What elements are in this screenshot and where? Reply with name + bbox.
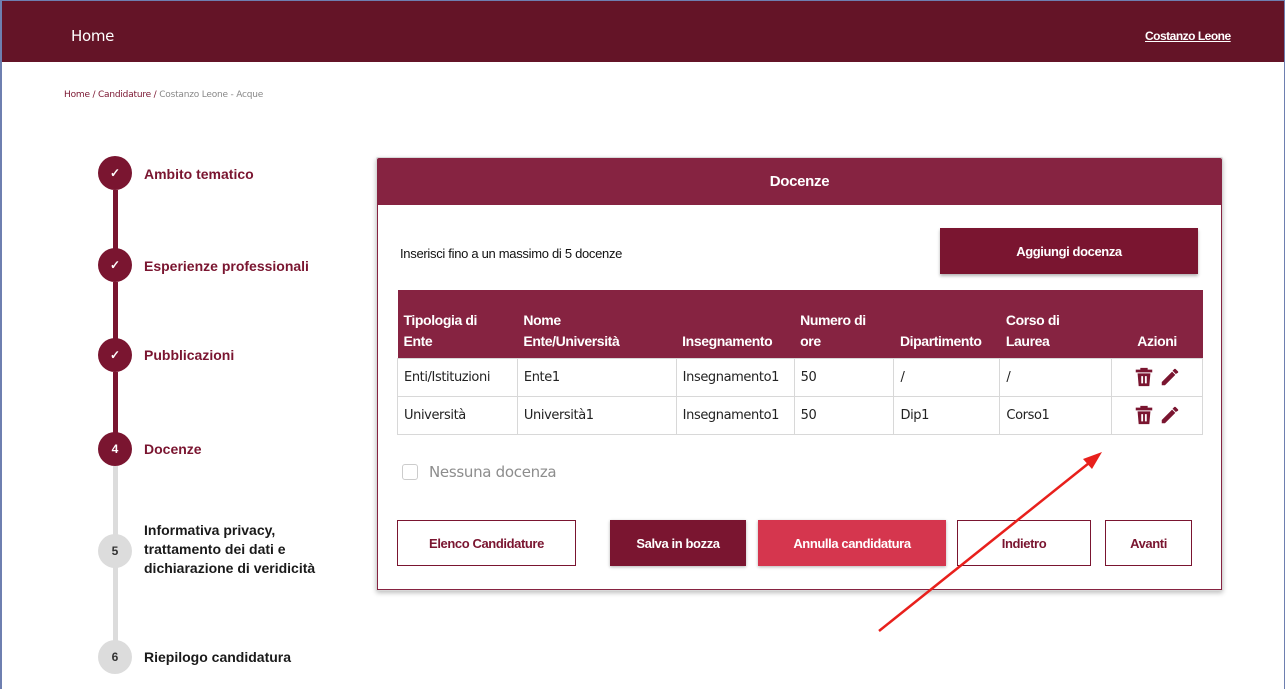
- table-cell: Insegnamento1: [675, 357, 795, 397]
- table-header-row: Tipologia di Ente Nome Ente/Università Ins…: [397, 290, 1203, 358]
- breadcrumb-current: Costanzo Leone - Acque: [159, 90, 264, 100]
- docenze-card: Docenze Inserisci fino a un massimo di 5…: [376, 157, 1223, 591]
- column-header: Azioni: [1111, 290, 1203, 358]
- card-body: Inserisci fino a un massimo di 5 docenze…: [377, 205, 1222, 590]
- step-2-check-icon: ✓: [98, 248, 132, 282]
- step-3-label[interactable]: Pubblicazioni: [144, 346, 234, 365]
- step-5-label-line: trattamento dei dati e: [144, 541, 286, 557]
- step-5-number: 5: [98, 534, 132, 568]
- column-header: Insegnamento: [676, 290, 795, 358]
- column-header: Nome Ente/Università: [517, 290, 677, 358]
- nessuna-docenza-row: Nessuna docenza: [402, 463, 557, 481]
- step-6-number: 6: [98, 640, 132, 674]
- docenze-table: Tipologia di Ente Nome Ente/Università Ins…: [397, 290, 1203, 435]
- table-row: Università Università1 Insegnamento1 50 …: [397, 395, 1203, 435]
- table-cell: 50: [793, 357, 895, 397]
- user-name-link[interactable]: Costanzo Leone: [1145, 29, 1231, 43]
- trash-icon[interactable]: [1133, 404, 1155, 426]
- breadcrumb-separator: /: [92, 90, 96, 100]
- step-4-label[interactable]: Docenze: [144, 440, 202, 459]
- breadcrumb-candidature[interactable]: Candidature: [98, 90, 151, 100]
- table-row: Enti/Istituzioni Ente1 Insegnamento1 50 …: [397, 357, 1203, 397]
- pencil-icon[interactable]: [1159, 366, 1181, 388]
- table-cell: /: [893, 357, 1001, 397]
- elenco-candidature-button[interactable]: Elenco Candidature: [397, 520, 576, 566]
- top-navbar: Home Costanzo Leone: [2, 1, 1284, 62]
- table-cell: Università1: [516, 395, 677, 435]
- column-header: Corso di Laurea: [999, 290, 1112, 358]
- step-4-number: 4: [98, 432, 132, 466]
- step-2-label[interactable]: Esperienze professionali: [144, 257, 309, 276]
- intro-text: Inserisci fino a un massimo di 5 docenze: [400, 246, 623, 261]
- actions-cell: [1111, 357, 1203, 397]
- table-cell: Università: [397, 395, 518, 435]
- add-docenza-button[interactable]: Aggiungi docenza: [940, 228, 1198, 274]
- nav-home-link[interactable]: Home: [71, 27, 114, 45]
- actions-cell: [1111, 395, 1203, 435]
- step-5-label-line: Informativa privacy,: [144, 522, 276, 538]
- table-cell: 50: [793, 395, 895, 435]
- step-3-check-icon: ✓: [98, 338, 132, 372]
- nessuna-docenza-checkbox[interactable]: [402, 464, 418, 480]
- trash-icon[interactable]: [1133, 366, 1155, 388]
- table-cell: Enti/Istituzioni: [397, 357, 518, 397]
- step-6-label: Riepilogo candidatura: [144, 649, 292, 665]
- indietro-button[interactable]: Indietro: [957, 520, 1091, 566]
- table-cell: Dip1: [893, 395, 1001, 435]
- nessuna-docenza-label[interactable]: Nessuna docenza: [429, 463, 557, 481]
- step-5-label-line: dichiarazione di veridicità: [144, 560, 316, 576]
- table-cell: Corso1: [999, 395, 1113, 435]
- column-header: Dipartimento: [893, 290, 1000, 358]
- step-5-label: Informativa privacy, trattamento dei dat…: [144, 521, 315, 578]
- card-title: Docenze: [377, 158, 1222, 205]
- avanti-button[interactable]: Avanti: [1105, 520, 1192, 566]
- table-cell: Ente1: [516, 357, 677, 397]
- annulla-candidatura-button[interactable]: Annulla candidatura: [758, 520, 946, 566]
- table-cell: Insegnamento1: [675, 395, 795, 435]
- step-1-check-icon: ✓: [98, 156, 132, 190]
- column-header: Numero di ore: [794, 290, 894, 358]
- breadcrumb: Home / Candidature / Costanzo Leone - Ac…: [64, 90, 263, 100]
- salva-bozza-button[interactable]: Salva in bozza: [610, 520, 746, 566]
- breadcrumb-separator: /: [153, 90, 157, 100]
- breadcrumb-home[interactable]: Home: [64, 90, 90, 100]
- table-cell: /: [999, 357, 1113, 397]
- column-header: Tipologia di Ente: [397, 290, 518, 358]
- step-1-label[interactable]: Ambito tematico: [144, 165, 254, 184]
- pencil-icon[interactable]: [1159, 404, 1181, 426]
